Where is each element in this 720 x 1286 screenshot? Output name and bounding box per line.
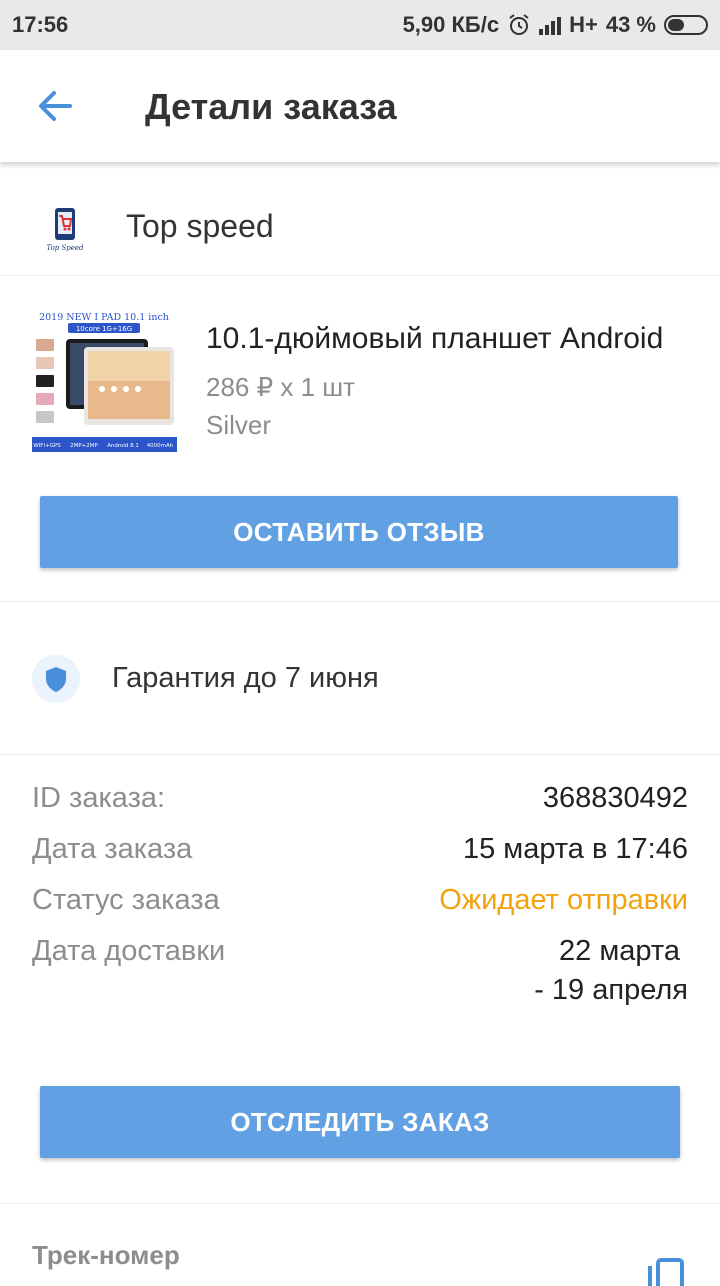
delivery-date-label: Дата доставки (32, 935, 226, 967)
order-id-label: ID заказа: (32, 782, 166, 814)
product-image-footer-1: WIFI+GPS (33, 443, 61, 449)
order-date-value: 15 марта в 17:46 (462, 833, 688, 865)
store-logo: Top Speed (46, 208, 84, 252)
arrow-left-icon[interactable] (30, 84, 80, 128)
order-id-value: 368830492 (542, 782, 688, 814)
network-speed: 5,90 КБ/с (402, 12, 500, 37)
order-date-label: Дата заказа (32, 833, 193, 865)
order-status-label: Статус заказа (32, 884, 220, 916)
delivery-date-end: - 19 апреля (534, 974, 688, 1006)
tracking-number-label: Трек-номер (32, 1240, 180, 1270)
shield-icon (32, 655, 80, 703)
product-price: 286 ₽ x 1 шт (206, 372, 356, 402)
battery-percent: 43 % (605, 12, 656, 37)
product-title[interactable]: 10.1-дюймовый планшет Android (206, 322, 686, 356)
warranty-text: Гарантия до 7 июня (112, 662, 379, 694)
product-image[interactable]: 2019 NEW I PAD 10.1 inch 10core 1G+16G W… (32, 309, 177, 452)
divider (0, 601, 720, 602)
divider (0, 754, 720, 755)
product-image-specs: 10core 1G+16G (76, 325, 132, 333)
app-bar: Детали заказа (0, 50, 720, 162)
store-logo-text: Top Speed (46, 244, 84, 252)
product-image-footer-3: Android 8.1 (107, 443, 139, 449)
page-title: Детали заказа (145, 86, 397, 127)
store-name: Top speed (126, 208, 274, 244)
product-image-footer-2: 2MP+2MP (70, 443, 98, 449)
product-image-title: 2019 NEW I PAD 10.1 inch (39, 312, 169, 323)
status-bar: 17:56 5,90 КБ/с H+ 43 % (0, 0, 720, 50)
status-indicators: 5,90 КБ/с H+ 43 % (403, 12, 708, 38)
track-order-button[interactable]: ОТСЛЕДИТЬ ЗАКАЗ (40, 1086, 680, 1158)
battery-icon (664, 15, 708, 35)
network-type: H+ (569, 12, 598, 37)
alarm-icon (509, 14, 529, 35)
signal-icon (539, 15, 562, 35)
copy-icon[interactable] (646, 1256, 686, 1286)
divider (0, 1203, 720, 1204)
product-image-footer-4: 4000mAh (147, 443, 174, 449)
product-variant: Silver (206, 410, 272, 440)
leave-review-button[interactable]: ОСТАВИТЬ ОТЗЫВ (40, 496, 678, 568)
status-time: 17:56 (12, 12, 69, 37)
store-row[interactable]: Top Speed Top speed (0, 170, 720, 276)
order-status-value: Ожидает отправки (439, 884, 688, 916)
delivery-date-start: 22 марта (559, 935, 680, 967)
